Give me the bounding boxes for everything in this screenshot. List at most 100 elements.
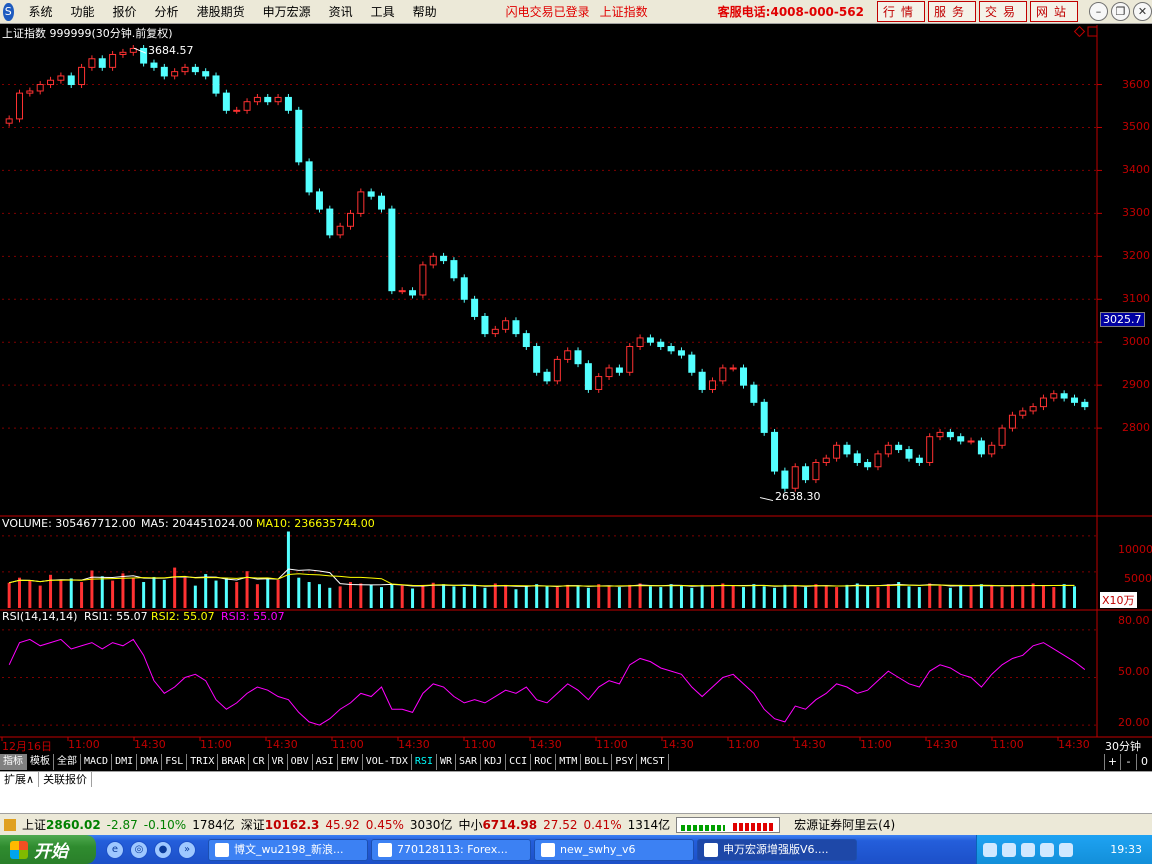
chart-title: 上证指数 999999(30分钟.前复权) xyxy=(2,27,173,40)
candle-body xyxy=(874,453,882,468)
window-controls: – ❐ ✕ xyxy=(1086,2,1152,21)
menu-help[interactable]: 帮助 xyxy=(404,3,446,20)
tab-emv[interactable]: EMV xyxy=(337,754,363,770)
menu-quote[interactable]: 报价 xyxy=(104,3,146,20)
quote-button[interactable]: 行情 xyxy=(876,1,925,22)
candle-body xyxy=(5,118,13,124)
tab-mtm[interactable]: MTM xyxy=(556,754,582,770)
flash-index-link[interactable]: 上证指数 xyxy=(600,3,648,20)
broker-server-label[interactable]: 宏源证券阿里云(4) xyxy=(794,816,895,833)
candle-body xyxy=(584,363,592,390)
tab-macd[interactable]: MACD xyxy=(81,754,113,770)
tab-dma[interactable]: DMA xyxy=(137,754,163,770)
tab-wr[interactable]: WR xyxy=(436,754,457,770)
volume-unit-label: X10万 xyxy=(1100,592,1137,608)
tray-volume-icon[interactable] xyxy=(1040,842,1054,857)
tab-rsi[interactable]: RSI xyxy=(411,754,437,770)
candle-body xyxy=(460,277,468,300)
show-desktop-icon[interactable]: » xyxy=(178,840,196,859)
rsi-tick-50: 50.00 xyxy=(1118,665,1150,678)
candle-body xyxy=(26,90,34,94)
maximize-panel-icon xyxy=(1087,26,1098,37)
tab-boll[interactable]: BOLL xyxy=(581,754,613,770)
tab-indicator[interactable]: 指标 xyxy=(0,754,27,770)
chrome-icon[interactable]: ● xyxy=(154,840,172,859)
tab-asi[interactable]: ASI xyxy=(312,754,338,770)
time-axis-label: 14:30 xyxy=(530,738,562,751)
app-task-icon xyxy=(704,842,718,857)
zx-value[interactable]: 6714.98 xyxy=(482,818,537,832)
tab-all[interactable]: 全部 xyxy=(54,754,81,770)
current-price-tag: 3025.7 xyxy=(1100,312,1145,327)
start-label: 开始 xyxy=(34,842,68,862)
app-logo-icon: S xyxy=(3,2,14,21)
minimize-icon[interactable]: – xyxy=(1089,2,1108,21)
candle-body xyxy=(791,466,799,489)
tab-brar[interactable]: BRAR xyxy=(218,754,250,770)
start-button[interactable]: 开始 xyxy=(0,835,96,864)
menu-hk-futures[interactable]: 港股期货 xyxy=(188,3,254,20)
reset-button[interactable]: 0 xyxy=(1136,754,1152,770)
close-icon[interactable]: ✕ xyxy=(1133,2,1152,21)
expand-tab[interactable]: 扩展∧ xyxy=(0,772,40,787)
candle-body xyxy=(864,461,872,468)
candle-body xyxy=(295,109,303,163)
zoom-in-button[interactable]: + xyxy=(1104,754,1120,770)
trade-button[interactable]: 交易 xyxy=(978,1,1027,22)
menu-system[interactable]: 系统 xyxy=(20,3,62,20)
tab-cci[interactable]: CCI xyxy=(506,754,532,770)
tab-cr[interactable]: CR xyxy=(249,754,269,770)
menu-function[interactable]: 功能 xyxy=(62,3,104,20)
quick-launch: e ◎ ● » xyxy=(106,840,202,859)
tab-vol-tdx[interactable]: VOL-TDX xyxy=(362,754,412,770)
task-forex[interactable]: 770128113: Forex... xyxy=(371,838,531,861)
menu-analysis[interactable]: 分析 xyxy=(146,3,188,20)
tab-psy[interactable]: PSY xyxy=(612,754,638,770)
restore-icon[interactable]: ❐ xyxy=(1111,2,1130,21)
chart-canvas[interactable] xyxy=(0,25,1152,754)
zoom-out-button[interactable]: - xyxy=(1120,754,1136,770)
candle-body xyxy=(977,440,985,455)
sh-value[interactable]: 2860.02 xyxy=(46,818,101,832)
tab-template[interactable]: 模板 xyxy=(27,754,54,770)
website-button[interactable]: 网站 xyxy=(1029,1,1078,22)
chart-area[interactable]: 上证指数 999999(30分钟.前复权) 3684.57 2638.30 30… xyxy=(0,25,1152,754)
period-label[interactable]: 30分钟 xyxy=(1105,738,1141,754)
candle-body xyxy=(78,66,86,86)
sz-value[interactable]: 10162.3 xyxy=(265,818,320,832)
tray-app-icon[interactable] xyxy=(1002,842,1016,857)
candle-body xyxy=(16,92,24,120)
menu-swhy[interactable]: 申万宏源 xyxy=(254,3,320,20)
tray-network-icon[interactable] xyxy=(1021,842,1035,857)
candle-body xyxy=(243,101,251,111)
related-quote-tab[interactable]: 关联报价 xyxy=(39,772,93,787)
task-new-swhy[interactable]: new_swhy_v6 xyxy=(534,838,694,861)
candle-body xyxy=(47,79,55,86)
menu-news[interactable]: 资讯 xyxy=(320,3,362,20)
tab-mcst[interactable]: MCST xyxy=(637,754,669,770)
tab-fsl[interactable]: FSL xyxy=(162,754,188,770)
tab-sar[interactable]: SAR xyxy=(456,754,482,770)
tray-security-icon[interactable] xyxy=(1059,842,1073,857)
service-button[interactable]: 服务 xyxy=(927,1,976,22)
tab-vr[interactable]: VR xyxy=(268,754,288,770)
menu-tools[interactable]: 工具 xyxy=(362,3,404,20)
tab-dmi[interactable]: DMI xyxy=(112,754,138,770)
tab-obv[interactable]: OBV xyxy=(287,754,313,770)
tab-roc[interactable]: ROC xyxy=(531,754,557,770)
candle-body xyxy=(253,96,261,103)
sz-pct: 0.45% xyxy=(365,817,404,832)
candle-body xyxy=(905,449,913,459)
ie-icon[interactable]: e xyxy=(106,840,124,859)
sh-pct: -0.10% xyxy=(143,817,187,832)
price-tick-label: 2900 xyxy=(1122,378,1150,392)
task-weibo-blog[interactable]: 博文_wu2198_新浪... xyxy=(208,838,368,861)
tab-kdj[interactable]: KDJ xyxy=(481,754,507,770)
browser-icon[interactable]: ◎ xyxy=(130,840,148,859)
flash-trade-status[interactable]: 闪电交易已登录 xyxy=(506,3,590,20)
tab-trix[interactable]: TRIX xyxy=(187,754,219,770)
task-swhy-app[interactable]: 申万宏源增强版V6.... xyxy=(697,838,857,861)
price-tick-label: 3600 xyxy=(1122,77,1150,91)
tray-back-icon[interactable] xyxy=(983,842,997,857)
candle-body xyxy=(398,290,406,293)
